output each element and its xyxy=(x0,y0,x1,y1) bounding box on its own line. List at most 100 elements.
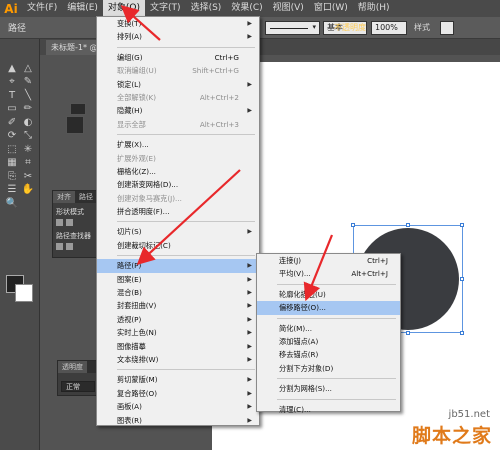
menu-item-label: 文本绕排(W) xyxy=(117,354,159,364)
menu-4[interactable]: 选择(S) xyxy=(186,0,227,17)
object-menu-item[interactable]: 扩展(X)... xyxy=(97,138,259,151)
tab-pathfinder[interactable]: 路径 xyxy=(75,191,97,203)
blob-tool-icon[interactable]: ◐ xyxy=(21,115,35,129)
path-submenu-item[interactable]: 移去锚点(R) xyxy=(257,348,400,361)
object-menu-item[interactable]: 图像描摹 ▶ xyxy=(97,340,259,353)
object-menu-item[interactable]: 编组(G) Ctrl+G xyxy=(97,51,259,64)
path-submenu: 连接(J) Ctrl+J 平均(V)... Alt+Ctrl+J 轮廓化描边(U) 偏移路… xyxy=(256,253,401,414)
path-submenu-item[interactable]: 分割下方对象(D) xyxy=(257,362,400,375)
object-menu-item[interactable]: 实时上色(N) ▶ xyxy=(97,326,259,339)
object-menu-item[interactable]: 画板(A) ▶ xyxy=(97,400,259,413)
object-menu-item[interactable]: 栅格化(Z)... xyxy=(97,165,259,178)
path-submenu-item[interactable]: 分割为网格(S)... xyxy=(257,382,400,395)
submenu-arrow-icon: ▶ xyxy=(247,389,252,397)
object-menu-item[interactable]: 图案(E) ▶ xyxy=(97,273,259,286)
object-menu-item[interactable]: 复合路径(O) ▶ xyxy=(97,387,259,400)
object-menu-item[interactable]: 透视(P) ▶ xyxy=(97,313,259,326)
menu-2[interactable]: 对象(O) xyxy=(102,0,146,17)
selection-tool-icon[interactable]: ▲ xyxy=(5,61,19,75)
symbol-tool-icon[interactable]: ✳ xyxy=(21,142,35,156)
bbox-handle[interactable] xyxy=(460,331,464,335)
object-menu-item[interactable]: 拼合透明度(F)... xyxy=(97,205,259,218)
menu-item-label: 创建对象马赛克(J)... xyxy=(117,193,182,203)
menu-0[interactable]: 文件(F) xyxy=(22,0,62,17)
paintbrush-tool-icon[interactable]: ✏ xyxy=(21,102,35,116)
object-menu-item[interactable]: 路径(P) ▶ xyxy=(97,259,259,273)
menu-5[interactable]: 效果(C) xyxy=(226,0,267,17)
gradient-tool-icon[interactable]: ⎘ xyxy=(5,169,19,183)
submenu-arrow-icon: ▶ xyxy=(247,376,252,384)
object-menu-item[interactable]: 切片(S) ▶ xyxy=(97,225,259,238)
object-menu-item: 显示全部 Alt+Ctrl+3 xyxy=(97,118,259,131)
menu-item-label: 剪切蒙版(M) xyxy=(117,375,158,385)
object-menu-item[interactable]: 隐藏(H) ▶ xyxy=(97,104,259,117)
menu-3[interactable]: 文字(T) xyxy=(145,0,186,17)
menu-8[interactable]: 帮助(H) xyxy=(353,0,395,17)
path-submenu-item[interactable]: 清理(C)... xyxy=(257,403,400,416)
submenu-arrow-icon: ▶ xyxy=(247,228,252,236)
blend-mode-dropdown[interactable]: 正常 xyxy=(61,381,95,392)
stroke-color-swatch[interactable] xyxy=(15,284,33,302)
graph-tool-icon[interactable]: ▦ xyxy=(5,156,19,170)
collapsed-panel-icon[interactable] xyxy=(66,116,84,134)
line-tool-icon[interactable]: ╲ xyxy=(21,88,35,102)
object-menu-item[interactable]: 封套扭曲(V) ▶ xyxy=(97,299,259,312)
menu-7[interactable]: 窗口(W) xyxy=(309,0,353,17)
object-menu-item[interactable]: 创建渐变网格(D)... xyxy=(97,178,259,191)
object-menu-item[interactable]: 变换(T) ▶ xyxy=(97,17,259,30)
magic-wand-tool-icon[interactable]: ⌖ xyxy=(5,75,19,89)
object-menu-item[interactable]: 剪切蒙版(M) ▶ xyxy=(97,373,259,386)
object-menu-item[interactable]: 文本绕排(W) ▶ xyxy=(97,353,259,366)
object-menu-item[interactable]: 混合(B) ▶ xyxy=(97,286,259,299)
tab-align[interactable]: 对齐 xyxy=(53,191,75,203)
collapsed-panel-icon[interactable] xyxy=(70,103,86,115)
path-submenu-item[interactable]: 轮廓化描边(U) xyxy=(257,288,400,301)
scale-tool-icon[interactable]: ⤡ xyxy=(21,129,35,143)
menu-item-label: 扩展(X)... xyxy=(117,140,149,150)
unite-icon[interactable] xyxy=(56,219,63,226)
stroke-line-icon xyxy=(270,28,308,29)
tab-transparency[interactable]: 透明度 xyxy=(58,361,87,373)
stroke-profile-dropdown[interactable]: ▾ xyxy=(265,21,320,35)
graphic-style-swatch[interactable] xyxy=(440,21,454,35)
rectangle-tool-icon[interactable]: ▭ xyxy=(5,102,19,116)
minus-front-icon[interactable] xyxy=(66,219,73,226)
menu-item-label: 创建裁切标记(C) xyxy=(117,240,171,250)
bbox-handle[interactable] xyxy=(460,223,464,227)
menu-1[interactable]: 编辑(E) xyxy=(62,0,103,17)
divide-icon[interactable] xyxy=(56,243,63,250)
path-submenu-item[interactable]: 添加锚点(A) xyxy=(257,335,400,348)
object-menu-item[interactable]: 创建裁切标记(C) xyxy=(97,239,259,252)
width-tool-icon[interactable]: ⬚ xyxy=(5,142,19,156)
rotate-tool-icon[interactable]: ⟳ xyxy=(5,129,19,143)
menu-item-label: 隐藏(H) xyxy=(117,106,143,116)
path-submenu-item[interactable]: 偏移路径(O)... xyxy=(257,301,400,315)
object-menu-item: 创建对象马赛克(J)... xyxy=(97,192,259,205)
menu-6[interactable]: 视图(V) xyxy=(268,0,309,17)
direct-selection-tool-icon[interactable]: △ xyxy=(21,61,35,75)
zoom-tool-icon[interactable]: 🔍 xyxy=(5,196,19,210)
menu-item-label: 排列(A) xyxy=(117,32,142,42)
bbox-handle[interactable] xyxy=(351,223,355,227)
slice-tool-icon[interactable]: ☰ xyxy=(5,183,19,197)
object-menu-item[interactable]: 锁定(L) ▶ xyxy=(97,78,259,91)
pencil-tool-icon[interactable]: ✐ xyxy=(5,115,19,129)
object-menu-item[interactable]: 排列(A) ▶ xyxy=(97,30,259,43)
menu-item-label: 连接(J) xyxy=(279,256,302,265)
opacity-label[interactable]: 不透明度 xyxy=(334,22,366,33)
type-tool-icon[interactable]: T xyxy=(5,88,19,102)
opacity-input[interactable]: 100% xyxy=(371,21,407,35)
path-submenu-item[interactable]: 平均(V)... Alt+Ctrl+J xyxy=(257,267,400,280)
path-submenu-item[interactable]: 连接(J) Ctrl+J xyxy=(257,254,400,267)
pen-tool-icon[interactable]: ✎ xyxy=(21,75,35,89)
object-menu-item[interactable]: 图表(R) ▶ xyxy=(97,414,259,427)
bbox-handle[interactable] xyxy=(460,277,464,281)
bbox-handle[interactable] xyxy=(406,331,410,335)
mesh-tool-icon[interactable]: ⌗ xyxy=(21,156,35,170)
hand-tool-icon[interactable]: ✋ xyxy=(21,183,35,197)
bbox-handle[interactable] xyxy=(406,223,410,227)
submenu-arrow-icon: ▶ xyxy=(247,80,252,88)
scissors-tool-icon[interactable]: ✂ xyxy=(21,169,35,183)
trim-icon[interactable] xyxy=(66,243,73,250)
path-submenu-item[interactable]: 简化(M)... xyxy=(257,322,400,335)
